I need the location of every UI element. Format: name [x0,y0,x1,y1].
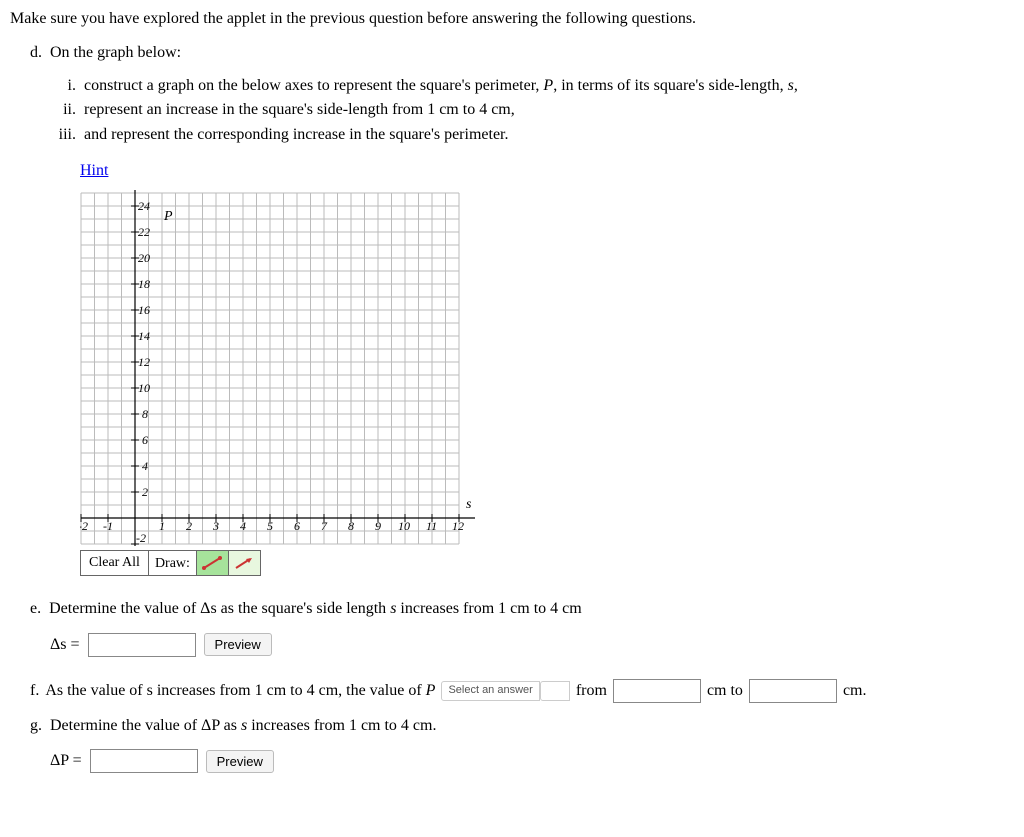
label-d: d. [30,44,42,61]
hint-link[interactable]: Hint [80,162,108,179]
y-tick-4: 4 [142,459,148,473]
y-tick-16: 16 [138,303,150,317]
graph-canvas[interactable]: 24 22 20 18 16 14 12 10 8 6 4 2 -2 -2 -1… [80,188,480,548]
y-tick-18: 18 [138,277,150,291]
delta-p-lhs: ΔP = [50,750,82,772]
label-e: e. [30,600,41,617]
from-label: from [576,680,607,702]
draw-tool-segment[interactable] [197,550,229,576]
draw-tool-ray[interactable] [229,550,261,576]
y-tick-22: 22 [138,225,150,239]
from-value-input[interactable] [613,679,701,703]
delta-p-input[interactable] [90,749,198,773]
x-axis-label: s [466,497,472,512]
y-tick-24: 24 [138,199,150,213]
delta-s-lhs: Δs = [50,634,80,656]
to-value-input[interactable] [749,679,837,703]
label-ii: ii. [50,99,76,121]
cm-to-label: cm to [707,680,743,702]
clear-all-button[interactable]: Clear All [80,550,149,576]
y-tick-14: 14 [138,329,150,343]
segment-icon [200,554,224,572]
text-ii: represent an increase in the square's si… [84,99,515,121]
text-iii: and represent the corresponding increase… [84,124,509,146]
select-answer-dropdown[interactable]: Select an answer [441,681,569,701]
y-tick-20: 20 [138,251,150,265]
text-g: Determine the value of ΔP as s increases… [50,717,436,734]
select-placeholder: Select an answer [441,681,539,701]
preview-delta-p-button[interactable]: Preview [206,750,274,773]
preview-delta-s-button[interactable]: Preview [204,633,272,656]
text-d: On the graph below: [50,44,181,61]
y-tick-6: 6 [142,433,148,447]
y-axis-label: P [163,209,173,224]
label-i: i. [50,75,76,97]
draw-label: Draw: [149,550,197,576]
delta-s-input[interactable] [88,633,196,657]
y-tick-8: 8 [142,407,148,421]
text-i: construct a graph on the below axes to r… [84,75,798,97]
y-tick-n2: -2 [136,531,146,545]
y-tick-10: 10 [138,381,150,395]
text-f: As the value of s increases from 1 cm to… [45,680,435,702]
text-e: Determine the value of Δs as the square'… [49,600,582,617]
label-iii: iii. [50,124,76,146]
x-tick-12: 12 [452,519,464,533]
y-tick-2: 2 [142,485,148,499]
y-tick-12: 12 [138,355,150,369]
cm-end-label: cm. [843,680,867,702]
intro-text: Make sure you have explored the applet i… [10,8,1014,30]
chevron-updown-icon [540,681,570,701]
x-tick-10: 10 [398,519,410,533]
label-g: g. [30,717,42,734]
ray-icon [232,554,256,572]
label-f: f. [30,680,39,702]
